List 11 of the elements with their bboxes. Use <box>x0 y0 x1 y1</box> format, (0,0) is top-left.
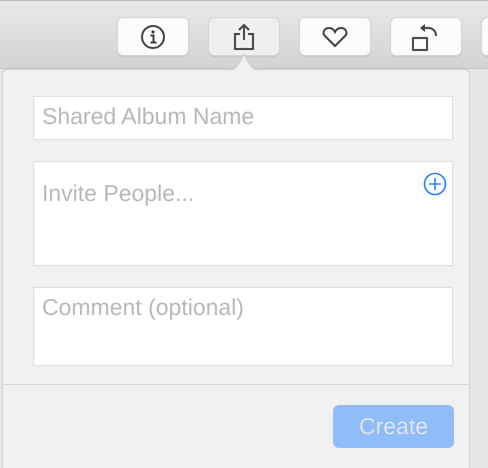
album-name-field[interactable]: Shared Album Name <box>33 96 453 140</box>
invite-field[interactable]: Invite People... <box>33 161 453 266</box>
info-icon <box>140 24 166 50</box>
toolbar-button[interactable] <box>117 17 189 56</box>
toolbar-button[interactable] <box>299 17 371 56</box>
toolbar-button[interactable] <box>208 17 280 56</box>
toolbar-button[interactable] <box>390 17 462 56</box>
share-icon <box>233 22 255 50</box>
comment-field[interactable]: Comment (optional) <box>33 287 453 366</box>
add-icon[interactable] <box>423 172 447 196</box>
heart-icon <box>322 26 348 48</box>
